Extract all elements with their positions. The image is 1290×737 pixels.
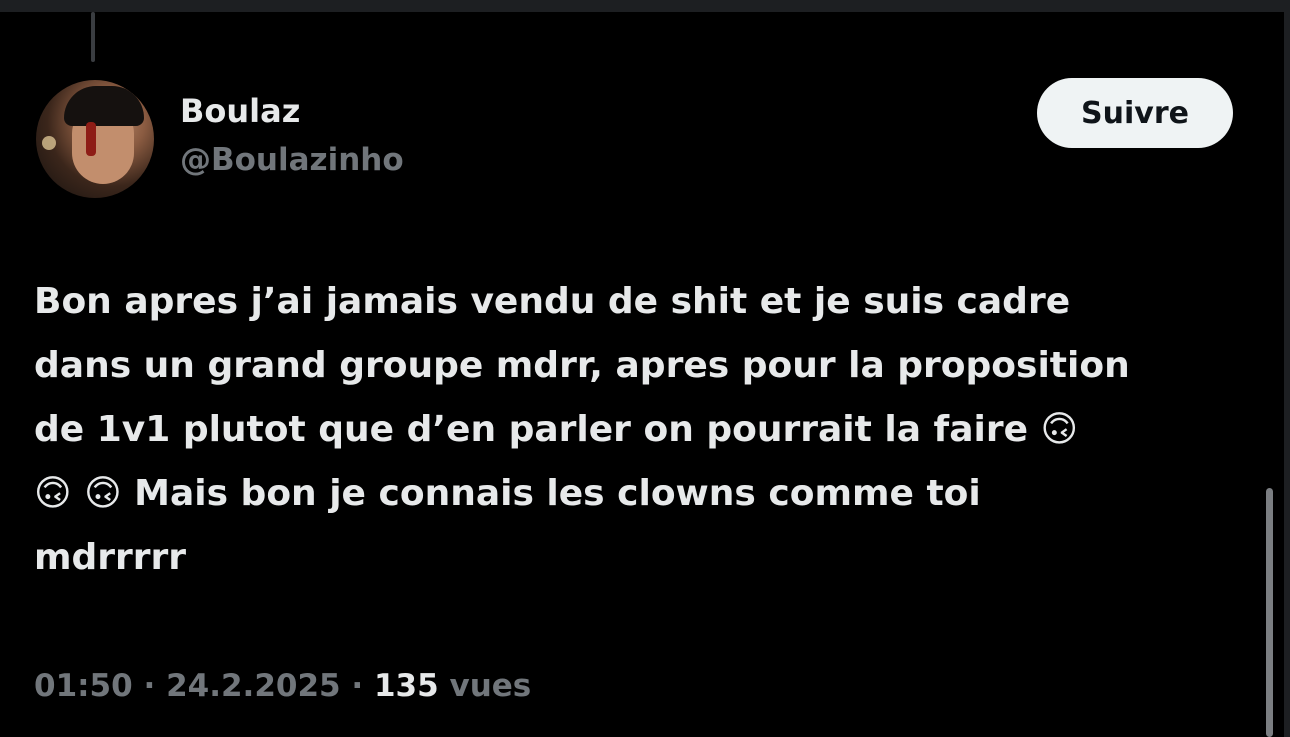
follow-button[interactable]: Suivre <box>1037 78 1233 148</box>
author-display-name[interactable]: Boulaz <box>180 92 300 130</box>
window-right-edge <box>1284 0 1290 737</box>
tweet-meta: 01:50 · 24.2.2025 · 135 vues <box>34 668 531 704</box>
views-count[interactable]: 135 <box>374 668 439 704</box>
scrollbar[interactable] <box>1266 488 1273 737</box>
tweet-time[interactable]: 01:50 <box>34 668 133 704</box>
meta-separator: · <box>340 668 374 704</box>
meta-separator: · <box>132 668 167 704</box>
author-handle[interactable]: @Boulazinho <box>180 142 404 178</box>
avatar-background-light <box>42 136 56 150</box>
avatar[interactable] <box>36 80 154 198</box>
tweet-text: Bon apres j’ai jamais vendu de shit et j… <box>34 281 1130 578</box>
thread-connector-line <box>91 12 95 62</box>
tweet-date[interactable]: 24.2.2025 <box>166 668 341 704</box>
avatar-hair <box>64 86 144 126</box>
window-top-edge <box>0 0 1290 12</box>
avatar-cut <box>86 122 96 156</box>
views-label: vues <box>438 668 532 704</box>
